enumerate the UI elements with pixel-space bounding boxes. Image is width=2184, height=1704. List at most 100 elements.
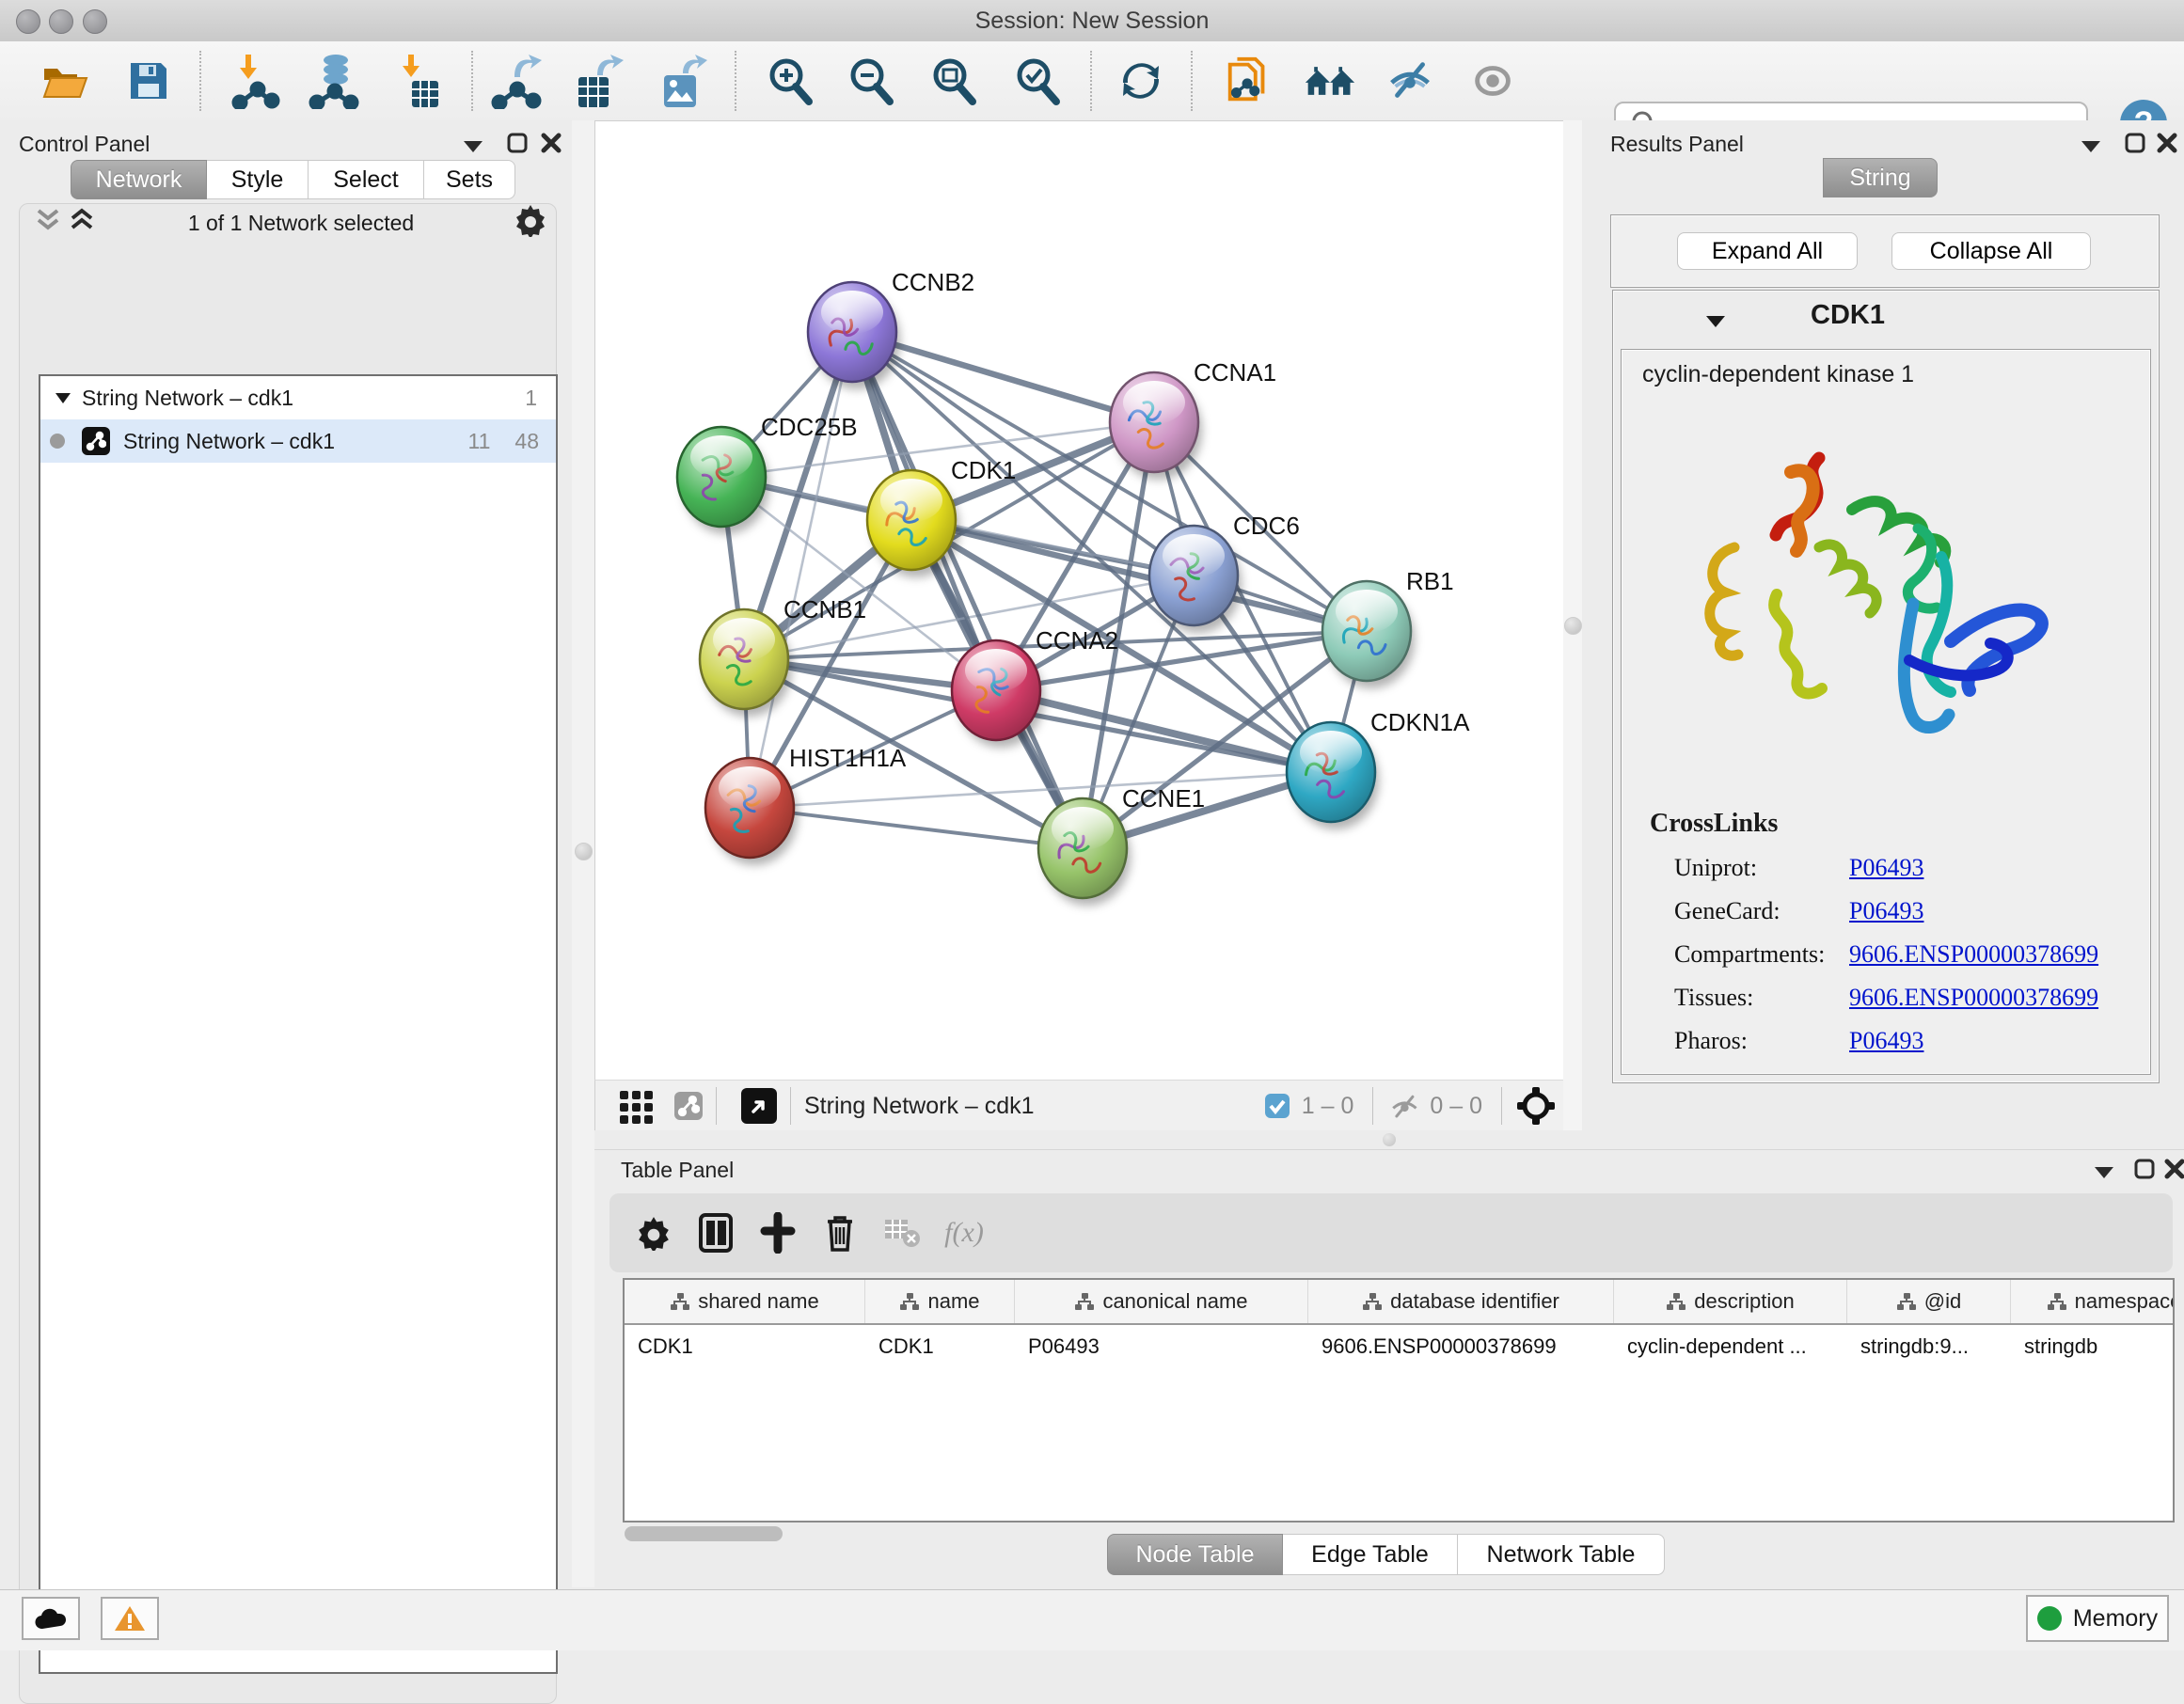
hide-selected-icon[interactable] — [1385, 53, 1437, 109]
network-edge[interactable] — [750, 332, 852, 808]
show-all-icon[interactable] — [1467, 53, 1520, 109]
table-collapse-icon[interactable] — [2092, 1163, 2116, 1180]
export-network-icon[interactable] — [490, 53, 543, 109]
selected-checkbox-icon[interactable] — [1264, 1093, 1290, 1119]
panel-collapse-icon[interactable] — [461, 137, 485, 154]
table-row[interactable]: CDK1CDK1P064939606.ENSP00000378699cyclin… — [625, 1325, 2173, 1368]
network-node[interactable]: CCNE1 — [1038, 784, 1205, 906]
memory-button[interactable]: Memory — [2026, 1595, 2169, 1642]
protein-structure-image — [1678, 406, 2073, 782]
table-panel: Table Panel f(x) shared name name canonica… — [594, 1149, 2184, 1588]
collapse-all-button[interactable]: Collapse All — [1891, 232, 2091, 270]
tab-style[interactable]: Style — [207, 160, 309, 199]
column-header[interactable]: canonical name — [1015, 1280, 1308, 1323]
table-float-icon[interactable] — [2133, 1158, 2156, 1180]
home-icon[interactable] — [1304, 53, 1356, 109]
export-table-icon[interactable] — [571, 53, 624, 109]
tab-sets[interactable]: Sets — [424, 160, 515, 199]
detach-view-icon[interactable] — [741, 1088, 777, 1124]
left-splitter-handle[interactable] — [575, 843, 593, 860]
column-header[interactable]: namespace — [2011, 1280, 2175, 1323]
table-panel-title: Table Panel — [621, 1158, 734, 1183]
network-view-share-icon[interactable] — [674, 1092, 703, 1120]
cloud-button[interactable] — [22, 1597, 80, 1640]
results-panel: Results Panel String Expand All Collapse… — [1582, 120, 2184, 1149]
crosslink-value-link[interactable]: P06493 — [1849, 1027, 1923, 1055]
tree-expand-icon[interactable] — [54, 390, 72, 405]
table-settings-gear-icon[interactable] — [623, 1202, 685, 1264]
warnings-button[interactable] — [101, 1597, 159, 1640]
column-header[interactable]: name — [865, 1280, 1015, 1323]
network-node[interactable]: CDC25B — [677, 413, 858, 534]
left-splitter[interactable] — [572, 120, 594, 1587]
crosslink-value-link[interactable]: P06493 — [1849, 897, 1923, 925]
zoom-fit-icon[interactable] — [927, 53, 980, 109]
network-edge[interactable] — [750, 808, 1083, 848]
crosslinks-title: CrossLinks — [1650, 809, 1778, 839]
delete-column-icon[interactable] — [809, 1202, 871, 1264]
table-cell: CDK1 — [625, 1325, 865, 1368]
crosslink-value-link[interactable]: 9606.ENSP00000378699 — [1849, 984, 2098, 1012]
table-cell: stringdb:9... — [1847, 1325, 2011, 1368]
import-table-icon[interactable] — [391, 53, 444, 109]
zoom-selected-icon[interactable] — [1011, 53, 1064, 109]
import-network-icon[interactable] — [229, 53, 281, 109]
results-close-icon[interactable] — [2156, 132, 2178, 154]
birds-eye-icon[interactable] — [1515, 1085, 1557, 1127]
network-collection-row[interactable]: String Network – cdk1 1 — [40, 376, 556, 419]
network-node[interactable]: CCNA2 — [952, 626, 1118, 748]
zoom-in-icon[interactable] — [764, 53, 816, 109]
horizontal-splitter-handle[interactable] — [1383, 1133, 1396, 1146]
tab-string[interactable]: String — [1823, 158, 1938, 197]
save-session-icon[interactable] — [122, 53, 175, 109]
zoom-out-icon[interactable] — [845, 53, 897, 109]
tab-select[interactable]: Select — [309, 160, 424, 199]
column-header-label: shared name — [698, 1289, 818, 1314]
crosslink-value-link[interactable]: P06493 — [1849, 854, 1923, 882]
add-column-icon[interactable] — [747, 1202, 809, 1264]
crosslink-row: Tissues:9606.ENSP00000378699 — [1674, 976, 2135, 1019]
column-header[interactable]: @id — [1847, 1280, 2011, 1323]
column-header[interactable]: database identifier — [1308, 1280, 1614, 1323]
tab-network[interactable]: Network — [71, 160, 207, 199]
network-node[interactable]: CCNB2 — [808, 268, 974, 389]
table-close-icon[interactable] — [2163, 1158, 2184, 1180]
open-folder-icon[interactable] — [38, 53, 90, 109]
collapse-all-networks-icon[interactable] — [34, 207, 62, 233]
export-image-icon[interactable] — [655, 53, 707, 109]
crosslink-value-link[interactable]: 9606.ENSP00000378699 — [1849, 940, 2098, 969]
panel-close-icon[interactable] — [540, 132, 562, 154]
network-node-label: CCNE1 — [1122, 784, 1205, 813]
column-header[interactable]: shared name — [625, 1280, 865, 1323]
panel-float-icon[interactable] — [506, 132, 529, 154]
expand-all-networks-icon[interactable] — [68, 207, 96, 233]
network-node[interactable]: RB1 — [1322, 567, 1454, 688]
refresh-icon[interactable] — [1115, 53, 1167, 109]
entry-collapse-icon[interactable] — [1703, 313, 1728, 330]
tab-node-table[interactable]: Node Table — [1107, 1534, 1283, 1575]
network-collection-label: String Network – cdk1 — [82, 386, 293, 411]
column-header[interactable]: description — [1614, 1280, 1847, 1323]
right-splitter-handle[interactable] — [1564, 617, 1582, 635]
network-options-gear-icon[interactable] — [514, 203, 547, 237]
hidden-eye-icon[interactable] — [1386, 1090, 1424, 1122]
import-database-icon[interactable] — [308, 53, 360, 109]
table-horizontal-scrollbar[interactable] — [625, 1526, 783, 1541]
delete-table-icon[interactable] — [871, 1202, 933, 1264]
right-splitter[interactable] — [1563, 120, 1582, 1149]
grid-view-icon[interactable] — [618, 1087, 656, 1125]
network-node[interactable]: CDC6 — [1149, 512, 1300, 633]
network-row-selected[interactable]: String Network – cdk1 11 48 — [40, 419, 556, 463]
show-columns-icon[interactable] — [685, 1202, 747, 1264]
network-canvas[interactable]: CCNB2CCNA1CDC25BCDK1CDC6RB1CCNB1CCNA2CDK… — [594, 120, 1567, 1081]
tab-network-table[interactable]: Network Table — [1458, 1534, 1665, 1575]
column-header-label: canonical name — [1102, 1289, 1247, 1314]
apps-icon[interactable] — [1223, 53, 1275, 109]
expand-all-button[interactable]: Expand All — [1677, 232, 1858, 270]
crosslink-label: GeneCard: — [1674, 897, 1849, 925]
results-float-icon[interactable] — [2124, 132, 2146, 154]
tab-edge-table[interactable]: Edge Table — [1283, 1534, 1458, 1575]
results-collapse-icon[interactable] — [2079, 137, 2103, 154]
function-builder-icon[interactable]: f(x) — [933, 1202, 995, 1264]
network-node[interactable]: CDKN1A — [1287, 708, 1470, 829]
